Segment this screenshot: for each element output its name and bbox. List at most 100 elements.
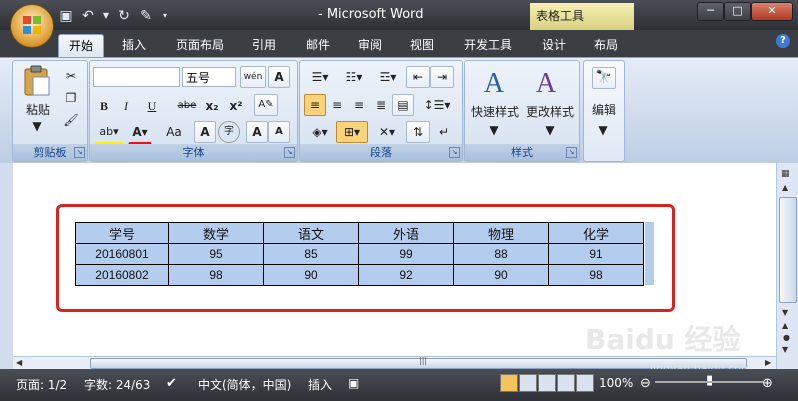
justify-icon[interactable]: ≣ <box>370 94 392 116</box>
horizontal-scroll-thumb[interactable]: ||| <box>90 356 747 369</box>
table-cell[interactable]: 91 <box>548 243 644 265</box>
copy-icon[interactable]: ❐ <box>61 87 81 109</box>
grow-font-button[interactable]: A <box>246 121 268 143</box>
clipboard-launcher-icon[interactable]: ↘ <box>74 147 85 158</box>
format-painter-icon[interactable]: ✎ <box>138 8 154 24</box>
strikethrough-button[interactable]: abe <box>174 95 200 117</box>
table-header-cell[interactable]: 学号 <box>75 222 169 244</box>
table-cell[interactable]: 98 <box>548 264 644 286</box>
zoom-level[interactable]: 100% <box>599 376 633 390</box>
web-layout-icon[interactable] <box>538 374 556 392</box>
font-size-combo[interactable]: 五号 <box>182 67 236 87</box>
maximize-button[interactable]: □ <box>724 2 751 21</box>
shrink-font-button[interactable]: A <box>268 121 290 143</box>
multilevel-list-icon[interactable]: ☲▾ <box>372 66 404 88</box>
highlight-color-icon[interactable]: ab▾ <box>94 121 124 146</box>
tab-layout[interactable]: 布局 <box>584 34 628 57</box>
tab-references[interactable]: 引用 <box>242 34 286 57</box>
scroll-up-icon[interactable]: ▲ <box>782 183 788 192</box>
align-center-icon[interactable]: ≡ <box>326 94 348 116</box>
tab-page-layout[interactable]: 页面布局 <box>166 34 234 57</box>
superscript-button[interactable]: x² <box>224 95 248 117</box>
table-cell[interactable]: 95 <box>168 243 264 265</box>
undo-icon[interactable]: ↶ <box>80 8 96 24</box>
table-cell[interactable]: 20160801 <box>75 243 169 265</box>
dropdown-arrow-icon[interactable]: ▼ <box>102 8 110 24</box>
table-header-cell[interactable]: 语文 <box>263 222 359 244</box>
table-header-cell[interactable]: 外语 <box>358 222 454 244</box>
score-table[interactable]: 学号 数学 语文 外语 物理 化学 20160801 95 85 99 88 9… <box>75 222 644 286</box>
scroll-right-icon[interactable]: ▶ <box>765 358 771 367</box>
clear-formatting-icon[interactable]: A✎ <box>254 94 278 116</box>
insert-mode[interactable]: 插入 <box>308 376 332 393</box>
binoculars-icon[interactable]: 🔭 <box>592 67 616 89</box>
full-screen-reading-icon[interactable] <box>519 374 537 392</box>
quick-styles-button[interactable]: 快速样式 <box>467 103 523 120</box>
decrease-indent-icon[interactable]: ⇤ <box>406 66 430 88</box>
table-cell[interactable]: 88 <box>453 243 549 265</box>
change-case-button[interactable]: Aa <box>158 121 190 143</box>
font-name-combo[interactable] <box>93 67 180 87</box>
editing-group[interactable]: 🔭 编辑 ▼ <box>583 60 625 162</box>
outline-view-icon[interactable] <box>557 374 575 392</box>
zoom-in-icon[interactable]: ⊕ <box>762 376 773 391</box>
paste-dropdown-icon[interactable]: ▼ <box>32 119 42 133</box>
table-header-cell[interactable]: 化学 <box>548 222 644 244</box>
underline-button[interactable]: U <box>138 95 166 117</box>
word-count[interactable]: 字数: 24/63 <box>84 376 150 393</box>
next-page-icon[interactable]: ▼ <box>782 345 788 354</box>
customize-qat-icon[interactable]: ▾ <box>160 8 170 24</box>
close-button[interactable]: ✕ <box>751 2 793 21</box>
tab-mailings[interactable]: 邮件 <box>296 34 340 57</box>
change-styles-icon[interactable]: A <box>527 65 565 103</box>
zoom-out-icon[interactable]: ⊖ <box>640 376 651 391</box>
table-cell[interactable]: 85 <box>263 243 359 265</box>
font-color-icon[interactable]: A▾ <box>128 121 152 146</box>
previous-page-icon[interactable]: ▲ <box>782 321 788 330</box>
tab-view[interactable]: 视图 <box>400 34 444 57</box>
font-launcher-icon[interactable]: ↘ <box>284 147 295 158</box>
line-spacing-icon[interactable]: ↕☰▾ <box>420 94 454 116</box>
cut-icon[interactable]: ✂ <box>61 65 81 87</box>
redo-icon[interactable]: ↻ <box>116 8 132 24</box>
office-button[interactable] <box>10 4 54 48</box>
styles-launcher-icon[interactable]: ↘ <box>566 147 577 158</box>
align-right-icon[interactable]: ≡ <box>348 94 370 116</box>
bold-button[interactable]: B <box>94 95 114 117</box>
format-painter-button-icon[interactable]: 🖌 <box>61 109 81 131</box>
sort-icon[interactable]: ⇅ <box>406 121 430 143</box>
table-header-cell[interactable]: 物理 <box>453 222 549 244</box>
increase-indent-icon[interactable]: ⇥ <box>430 66 454 88</box>
draft-view-icon[interactable] <box>576 374 594 392</box>
paragraph-launcher-icon[interactable]: ↘ <box>449 147 460 158</box>
character-border-button[interactable]: A <box>268 66 290 88</box>
italic-button[interactable]: I <box>116 95 136 117</box>
save-icon[interactable]: ▣ <box>58 8 74 24</box>
change-styles-button[interactable]: 更改样式 <box>521 103 579 120</box>
quick-styles-icon[interactable]: A <box>475 65 513 103</box>
character-shading-button[interactable]: A <box>194 121 216 143</box>
vertical-scrollbar[interactable]: ▦ ▲ ▼ ▲ ● ▼ <box>776 163 798 369</box>
chinese-layout-icon[interactable]: ✕▾ <box>370 121 404 143</box>
ruler-toggle-icon[interactable]: ▦ <box>781 169 793 179</box>
help-icon[interactable]: ? <box>776 34 790 48</box>
zoom-slider-track[interactable] <box>655 381 763 383</box>
table-cell[interactable]: 92 <box>358 264 454 286</box>
print-layout-view-icon[interactable] <box>500 374 518 392</box>
paste-button[interactable]: 粘贴 <box>21 101 55 118</box>
distributed-icon[interactable]: ▤ <box>392 94 414 116</box>
change-styles-dropdown-icon[interactable]: ▼ <box>545 123 555 137</box>
tab-insert[interactable]: 插入 <box>112 34 156 57</box>
editing-dropdown-icon[interactable]: ▼ <box>598 123 608 137</box>
tab-design[interactable]: 设计 <box>532 34 576 57</box>
table-header-cell[interactable]: 数学 <box>168 222 264 244</box>
scroll-left-icon[interactable]: ◀ <box>16 358 22 367</box>
table-cell[interactable]: 20160802 <box>75 264 169 286</box>
align-left-icon[interactable]: ≡ <box>304 94 326 116</box>
shading-icon[interactable]: ◈▾ <box>304 121 336 143</box>
paste-icon[interactable] <box>23 65 51 97</box>
bullets-icon[interactable]: ☰▾ <box>304 66 336 88</box>
editing-button[interactable]: 编辑 <box>586 101 622 118</box>
table-cell[interactable]: 98 <box>168 264 264 286</box>
language-indicator[interactable]: 中文(简体，中国) <box>198 376 291 393</box>
